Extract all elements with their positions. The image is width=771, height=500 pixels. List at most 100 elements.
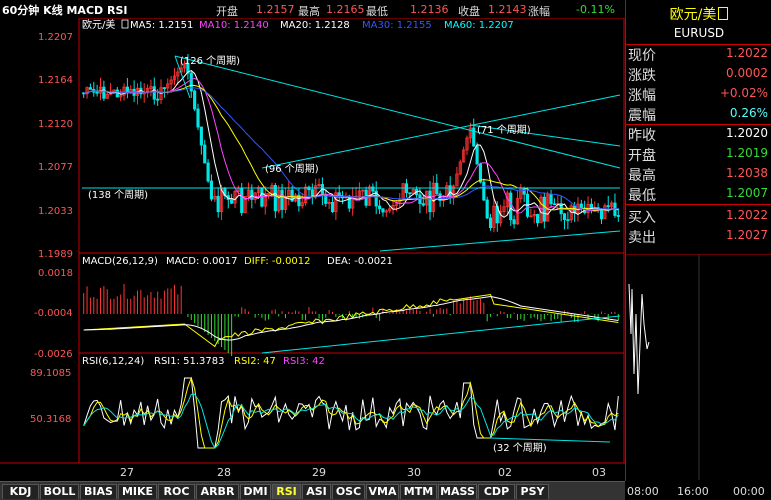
candle bbox=[196, 108, 200, 128]
y-tick: 1.2077 bbox=[38, 162, 73, 173]
quote-value: 1.2022 bbox=[726, 46, 768, 60]
quote-value: +0.02% bbox=[719, 86, 768, 100]
x-tick: 28 bbox=[217, 466, 231, 479]
quote-label: 昨收 bbox=[628, 128, 656, 144]
tab-osc[interactable]: OSC bbox=[332, 484, 365, 499]
quote-label: 涨幅 bbox=[628, 88, 656, 104]
period-annotation: (96 个周期) bbox=[265, 163, 319, 175]
quote-row: 现价 1.2022 bbox=[626, 44, 771, 64]
indicator-tabs: KDJ BOLL BIAS MIKE ROC ARBR DMI RSI ASI OSC VMA MTM… bbox=[0, 481, 625, 500]
tab-boll[interactable]: BOLL bbox=[40, 484, 79, 499]
mini-chart bbox=[626, 254, 771, 480]
tab-roc[interactable]: ROC bbox=[158, 484, 195, 499]
candle bbox=[549, 194, 553, 205]
low-value: 1.2136 bbox=[410, 3, 449, 16]
candle bbox=[347, 195, 351, 209]
y-tick: -0.0026 bbox=[34, 349, 73, 360]
candle bbox=[230, 199, 234, 204]
candle bbox=[310, 189, 314, 197]
tab-psy[interactable]: PSY bbox=[516, 484, 549, 499]
candle bbox=[330, 202, 335, 213]
rsi1-value: RSI1: 51.3783 bbox=[154, 356, 225, 367]
tab-rsi[interactable]: RSI bbox=[272, 484, 301, 499]
high-value: 1.2165 bbox=[326, 3, 365, 16]
tab-mike[interactable]: MIKE bbox=[118, 484, 157, 499]
quote-value: 1.2020 bbox=[726, 126, 768, 140]
quote-label: 涨跌 bbox=[628, 68, 656, 84]
candle bbox=[485, 199, 489, 219]
x-tick: 03 bbox=[592, 466, 606, 479]
candle bbox=[381, 208, 385, 213]
candle bbox=[573, 205, 577, 214]
candle bbox=[552, 203, 557, 206]
candle bbox=[95, 91, 99, 94]
divider bbox=[626, 204, 771, 205]
candle bbox=[488, 217, 493, 229]
candle bbox=[428, 190, 432, 213]
ma60-label: MA60: 1.2207 bbox=[444, 20, 514, 31]
candle bbox=[418, 194, 422, 204]
instrument-name-text: 欧元/美 bbox=[669, 7, 717, 23]
quote-value: 1.2022 bbox=[726, 208, 768, 222]
y-tick: 0.0018 bbox=[38, 268, 73, 279]
quote-label: 卖出 bbox=[628, 230, 656, 246]
ma20-label: MA20: 1.2128 bbox=[280, 20, 350, 31]
candle bbox=[482, 181, 486, 201]
tab-dmi[interactable]: DMI bbox=[240, 484, 271, 499]
candle bbox=[512, 219, 516, 225]
quote-row: 震幅 0.26% bbox=[626, 104, 771, 124]
quote-row: 涨跌 0.0002 bbox=[626, 64, 771, 84]
tab-mass[interactable]: MASS bbox=[438, 484, 477, 499]
macd-value: MACD: 0.0017 bbox=[166, 256, 238, 267]
tab-cdp[interactable]: CDP bbox=[478, 484, 515, 499]
chart-area[interactable]: 欧元/美 MA5: 1.2151 MA10: 1.2140 MA20: 1.21… bbox=[0, 18, 625, 480]
y-tick: 1.2207 bbox=[38, 32, 73, 43]
candle bbox=[206, 162, 210, 182]
candle bbox=[280, 189, 284, 210]
candle bbox=[478, 163, 483, 183]
x-tick: 30 bbox=[407, 466, 421, 479]
period-annotation: (71 个周期) bbox=[477, 124, 531, 136]
y-tick: 1.2120 bbox=[38, 119, 73, 130]
quote-row: 开盘 1.2019 bbox=[626, 144, 771, 164]
candle bbox=[199, 126, 203, 146]
rsi2-value: RSI2: 47 bbox=[234, 356, 276, 367]
candle bbox=[475, 145, 479, 165]
quote-row: 卖出 1.2027 bbox=[626, 226, 771, 246]
period-annotation: (126 个周期) bbox=[180, 55, 240, 67]
candle bbox=[216, 195, 220, 213]
candle bbox=[193, 90, 197, 110]
candle bbox=[156, 98, 160, 101]
quote-header: 欧元/美 EURUSD bbox=[626, 0, 771, 45]
time-label: 00:00 bbox=[733, 485, 765, 498]
candle bbox=[273, 184, 277, 212]
candle bbox=[203, 144, 207, 164]
quote-label: 现价 bbox=[628, 48, 656, 64]
tab-mtm[interactable]: MTM bbox=[400, 484, 437, 499]
time-label: 08:00 bbox=[627, 485, 659, 498]
quote-value: 1.2027 bbox=[726, 228, 768, 242]
candle bbox=[435, 182, 439, 195]
y-tick: 1.1989 bbox=[38, 249, 73, 260]
quote-value: 1.2019 bbox=[726, 146, 768, 160]
high-label: 最高 bbox=[298, 5, 320, 18]
quote-row: 昨收 1.2020 bbox=[626, 124, 771, 144]
tab-kdj[interactable]: KDJ bbox=[2, 484, 39, 499]
candle bbox=[162, 87, 166, 90]
tab-bias[interactable]: BIAS bbox=[80, 484, 117, 499]
macd-label: MACD(26,12,9) bbox=[82, 256, 158, 267]
tab-asi[interactable]: ASI bbox=[302, 484, 331, 499]
y-tick: 50.3168 bbox=[30, 414, 71, 425]
x-tick: 29 bbox=[312, 466, 326, 479]
candle bbox=[599, 208, 604, 220]
candle bbox=[616, 215, 620, 217]
y-tick: 89.1085 bbox=[30, 368, 71, 379]
quote-row: 涨幅 +0.02% bbox=[626, 84, 771, 104]
candle bbox=[152, 86, 156, 100]
candle bbox=[260, 187, 264, 207]
y-tick: 1.2164 bbox=[38, 75, 73, 86]
time-axis: 08:00 16:00 00:00 bbox=[625, 481, 771, 499]
tab-arbr[interactable]: ARBR bbox=[196, 484, 239, 499]
y-tick: 1.2033 bbox=[38, 206, 73, 217]
tab-vma[interactable]: VMA bbox=[366, 484, 399, 499]
